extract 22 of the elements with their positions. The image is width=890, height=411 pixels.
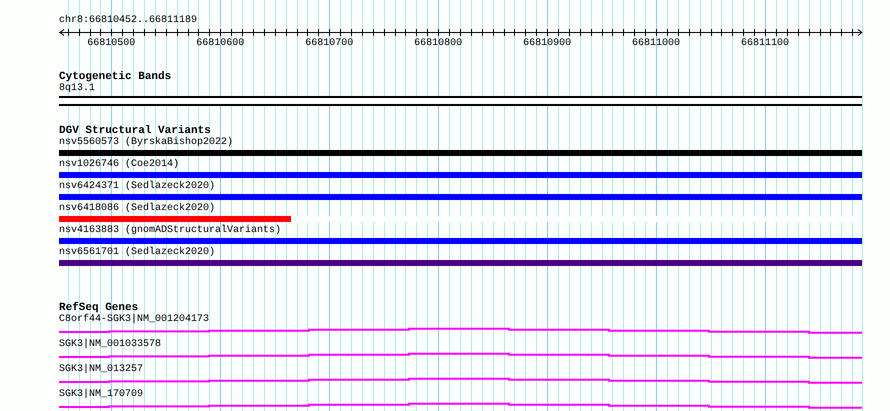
- feature-label: SGK3|NM_001033578: [59, 339, 162, 351]
- track-title: DGV Structural Variants: [59, 125, 211, 137]
- track-title: RefSeq Genes: [59, 302, 138, 314]
- feature-label: SGK3|NM_013257: [59, 364, 144, 376]
- feature-label: nsv6418086 (Sedlazeck2020): [59, 203, 216, 215]
- feature-label: SGK3|NM_170709: [59, 389, 144, 401]
- location-label: chr8:66810452..66811189: [59, 15, 198, 27]
- tick-label: 66810700: [304, 38, 354, 50]
- feature-label: C8orf44-SGK3|NM_001204173: [59, 314, 210, 326]
- feature-label: 8q13.1: [59, 83, 96, 95]
- feature-label: nsv6424371 (Sedlazeck2020): [59, 181, 216, 193]
- tick-label: 66810900: [522, 38, 572, 50]
- tick-label: 66810600: [195, 38, 246, 50]
- tick-label: 66810500: [86, 38, 136, 50]
- tick-label: 66811000: [631, 38, 682, 50]
- feature-label: nsv5560573 (ByrskaBishop2022): [59, 137, 234, 149]
- feature-label: nsv4163883 (gnomADStructuralVariants): [59, 225, 282, 237]
- tick-label: 66811100: [740, 38, 790, 50]
- feature-label: nsv1026746 (Coe2014): [59, 159, 180, 171]
- tick-label: 66810800: [413, 38, 464, 50]
- feature-label: nsv6561701 (Sedlazeck2020): [59, 247, 216, 259]
- track-title: Cytogenetic Bands: [59, 71, 172, 83]
